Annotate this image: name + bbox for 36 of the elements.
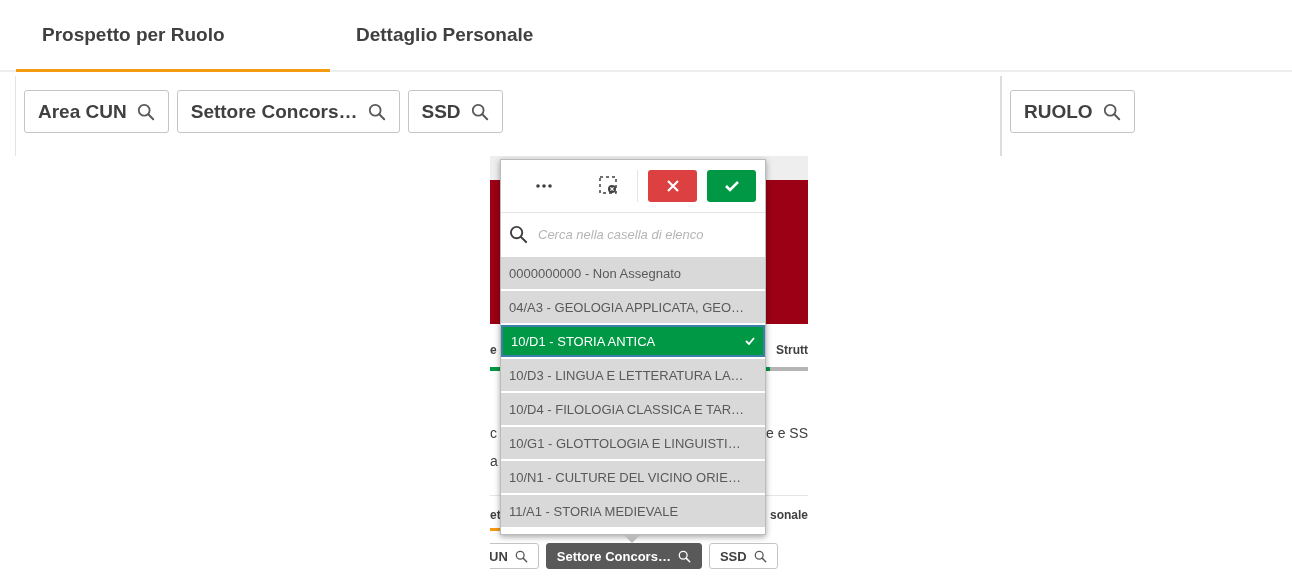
check-icon xyxy=(723,180,740,192)
tab[interactable]: sonale xyxy=(770,507,808,531)
list-item[interactable]: 11/A1 - STORIA MEDIEVALE xyxy=(501,495,765,527)
list-item[interactable]: 0000000000 - Non Assegnato xyxy=(501,257,765,289)
list-item[interactable]: 10/N1 - CULTURE DEL VICINO ORIE… xyxy=(501,461,765,493)
search-icon xyxy=(367,102,386,121)
list-item[interactable]: 10/D4 - FILOLOGIA CLASSICA E TAR… xyxy=(501,393,765,425)
text-fragment: a xyxy=(490,453,498,469)
search-icon xyxy=(677,549,691,563)
text-fragment: c xyxy=(490,425,497,441)
cancel-button[interactable] xyxy=(648,170,697,202)
filter-button[interactable]: UN xyxy=(490,543,539,569)
filter-button[interactable]: Settore Concors… xyxy=(176,90,400,133)
filter-button[interactable]: SSD xyxy=(708,543,778,569)
text-fragment: Strutt xyxy=(776,343,808,357)
list-item[interactable]: 10/D3 - LINGUA E LETTERATURA LA… xyxy=(501,359,765,391)
filter-button[interactable]: Settore Concors… xyxy=(545,543,702,569)
search-icon xyxy=(470,102,489,121)
filter-button[interactable]: SSD xyxy=(407,90,503,133)
text-fragment: e xyxy=(490,343,497,357)
search-icon xyxy=(136,102,155,121)
close-icon xyxy=(665,179,680,193)
list-item[interactable]: 04/A3 - GEOLOGIA APPLICATA, GEO… xyxy=(501,291,765,323)
search-icon xyxy=(1102,102,1121,121)
tab[interactable]: Dettaglio Personale xyxy=(330,0,560,72)
search-icon xyxy=(753,549,767,563)
confirm-button[interactable] xyxy=(707,170,756,202)
list-item[interactable]: 10/D1 - STORIA ANTICA xyxy=(501,325,765,357)
search-icon xyxy=(509,224,528,244)
filter-button[interactable]: Area CUN xyxy=(24,90,169,133)
filter-button[interactable]: RUOLO xyxy=(1010,90,1135,133)
tab[interactable]: Prospetto per Ruolo xyxy=(16,0,330,72)
check-icon xyxy=(745,337,755,345)
text-fragment: e e SS xyxy=(765,425,808,441)
search-icon xyxy=(514,549,528,563)
list-item[interactable]: 10/G1 - GLOTTOLOGIA E LINGUISTI… xyxy=(501,427,765,459)
